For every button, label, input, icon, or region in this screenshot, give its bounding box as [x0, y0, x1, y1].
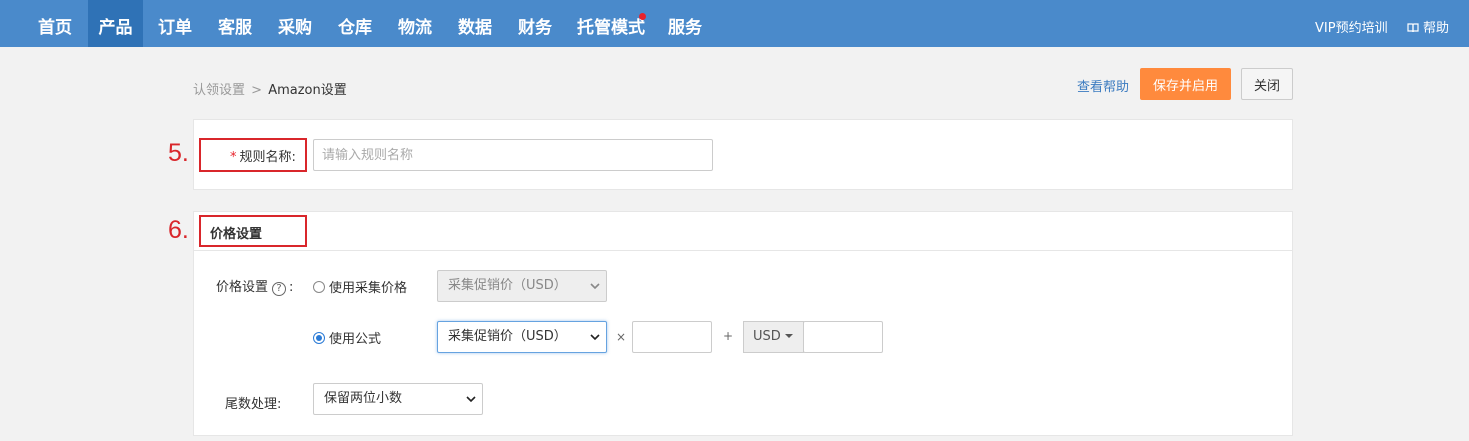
label-colon: : — [289, 280, 294, 295]
chevron-down-icon — [466, 396, 476, 403]
vip-training-link[interactable]: VIP预约培训 — [1315, 0, 1388, 47]
price-setting-label-text: 价格设置 — [216, 280, 269, 295]
chevron-down-icon — [590, 334, 600, 341]
breadcrumb-current: Amazon设置 — [268, 83, 347, 98]
caret-down-icon — [784, 334, 793, 338]
nav-item-orders[interactable]: 订单 — [148, 0, 202, 47]
nav-item-services[interactable]: 服务 — [658, 0, 712, 47]
multiply-sign: × — [616, 330, 627, 344]
view-help-link[interactable]: 查看帮助 — [1077, 76, 1129, 95]
nav-item-customer-service[interactable]: 客服 — [208, 0, 262, 47]
price-section-title: 价格设置 — [210, 227, 263, 242]
nav-item-purchasing[interactable]: 采购 — [268, 0, 322, 47]
rule-name-input[interactable] — [313, 139, 713, 171]
nav-item-finance[interactable]: 财务 — [508, 0, 562, 47]
collected-price-select: 采集促销价（USD） — [437, 270, 607, 302]
rule-name-label: * 规则名称: — [230, 146, 296, 165]
chevron-down-icon — [590, 283, 600, 290]
collected-price-select-value: 采集促销价（USD） — [448, 278, 567, 293]
breadcrumb-parent[interactable]: 认领设置 — [193, 83, 245, 98]
multiplier-input[interactable] — [632, 321, 712, 353]
annotation-step-5: 5. — [168, 139, 189, 167]
section-divider — [194, 250, 1292, 251]
required-mark: * — [230, 150, 237, 165]
radio-button[interactable] — [313, 281, 325, 293]
nav-item-logistics[interactable]: 物流 — [388, 0, 442, 47]
radio-use-formula-label: 使用公式 — [329, 332, 382, 347]
formula-base-price-select[interactable]: 采集促销价（USD） — [437, 321, 607, 353]
top-nav-bar: 首页 产品 订单 客服 采购 仓库 物流 数据 财务 托管模式 服务 VIP预约… — [0, 0, 1469, 47]
radio-use-formula[interactable]: 使用公式 — [313, 328, 381, 347]
currency-value: USD — [753, 329, 781, 344]
question-circle-icon[interactable]: ? — [272, 282, 287, 296]
rounding-label: 尾数处理: — [225, 397, 282, 412]
save-and-enable-button[interactable]: 保存并启用 — [1140, 68, 1231, 100]
breadcrumb: 认领设置 > Amazon设置 — [193, 79, 347, 98]
nav-item-data[interactable]: 数据 — [448, 0, 502, 47]
radio-button[interactable] — [313, 332, 325, 344]
nav-item-warehouse[interactable]: 仓库 — [328, 0, 382, 47]
help-menu-label: 帮助 — [1423, 21, 1450, 36]
nav-item-home[interactable]: 首页 — [28, 0, 82, 47]
breadcrumb-separator: > — [251, 83, 263, 98]
formula-base-price-value: 采集促销价（USD） — [448, 329, 567, 344]
price-settings-panel: 价格设置 价格设置?: 使用采集价格 采集促销价（USD） 使用公式 采集促销价… — [193, 211, 1293, 436]
currency-dropdown-button[interactable]: USD — [743, 321, 804, 353]
close-button[interactable]: 关闭 — [1241, 68, 1293, 100]
rounding-select[interactable]: 保留两位小数 — [313, 383, 483, 415]
notification-dot — [639, 13, 646, 20]
nav-item-hosting-mode[interactable]: 托管模式 — [572, 0, 650, 47]
rule-name-label-text: 规则名称: — [239, 150, 296, 165]
annotation-step-6: 6. — [168, 216, 189, 244]
price-setting-label: 价格设置?: — [216, 276, 293, 296]
addend-input[interactable] — [803, 321, 883, 353]
radio-use-collected-price-label: 使用采集价格 — [329, 281, 408, 296]
nav-item-products[interactable]: 产品 — [88, 0, 143, 47]
book-icon — [1407, 23, 1419, 33]
rounding-select-value: 保留两位小数 — [324, 391, 403, 406]
help-menu-link[interactable]: 帮助 — [1407, 0, 1449, 47]
rule-name-panel: * 规则名称: — [193, 119, 1293, 190]
radio-use-collected-price[interactable]: 使用采集价格 — [313, 277, 407, 296]
plus-sign: + — [723, 329, 734, 343]
